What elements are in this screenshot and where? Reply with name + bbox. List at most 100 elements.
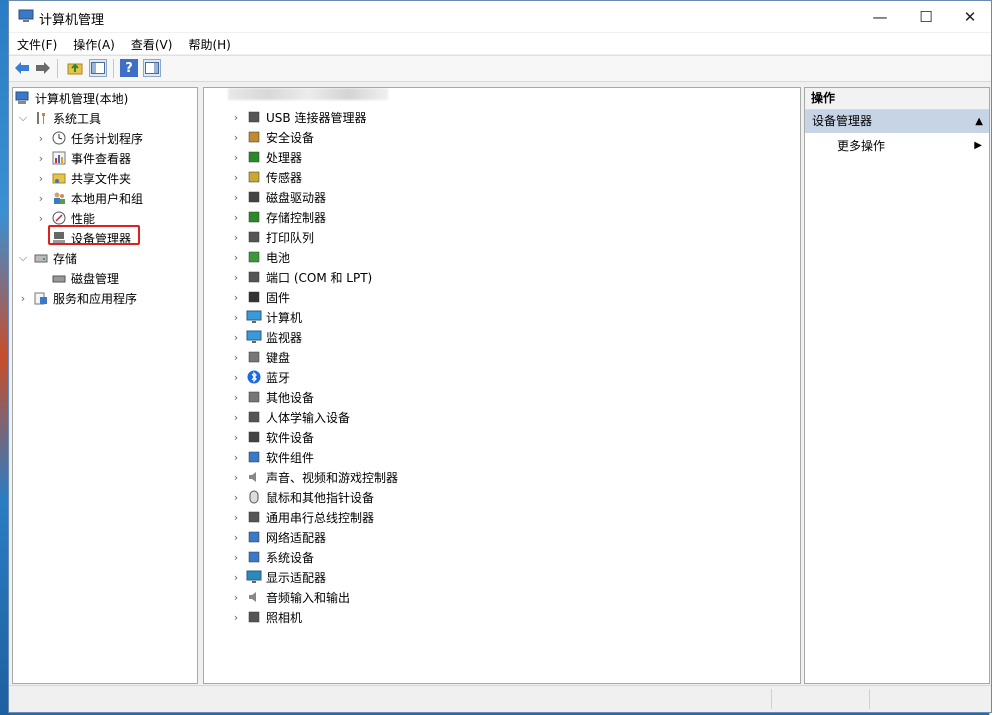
chevron-down-icon[interactable]: ⌵ — [17, 251, 29, 264]
tree-item-shared-folders[interactable]: › 共享文件夹 — [35, 168, 131, 188]
device-category-row[interactable]: › 传感器 — [230, 167, 302, 187]
chevron-right-icon[interactable]: › — [35, 152, 47, 165]
device-category-row[interactable]: › 照相机 — [230, 607, 302, 627]
menu-help[interactable]: 帮助(H) — [180, 33, 238, 54]
chevron-right-icon[interactable]: › — [35, 212, 47, 225]
chevron-right-icon[interactable]: › — [230, 331, 242, 344]
tree-item-root[interactable]: 计算机管理(本地) — [15, 88, 128, 108]
maximize-button[interactable]: ☐ — [903, 1, 949, 32]
device-category-row[interactable]: › 其他设备 — [230, 387, 314, 407]
menu-file[interactable]: 文件(F) — [9, 33, 65, 54]
device-category-row[interactable]: › 磁盘驱动器 — [230, 187, 326, 207]
device-category-row[interactable]: › 蓝牙 — [230, 367, 290, 387]
chevron-right-icon[interactable]: › — [230, 231, 242, 244]
tree-item-disk-management[interactable]: 磁盘管理 — [51, 268, 119, 288]
device-category-row[interactable]: › 通用串行总线控制器 — [230, 507, 374, 527]
device-category-row[interactable]: › 计算机 — [230, 307, 302, 327]
chevron-right-icon[interactable]: › — [230, 451, 242, 464]
device-category-row[interactable]: › 显示适配器 — [230, 567, 326, 587]
chevron-right-icon[interactable]: › — [230, 151, 242, 164]
device-category-row[interactable]: › 存储控制器 — [230, 207, 326, 227]
device-category-row[interactable]: › 监视器 — [230, 327, 302, 347]
chevron-right-icon[interactable]: › — [230, 291, 242, 304]
device-category-row[interactable]: › 软件设备 — [230, 427, 314, 447]
close-button[interactable]: ✕ — [947, 1, 991, 32]
collapse-up-icon[interactable]: ▲ — [975, 110, 983, 133]
tree-item-system-tools[interactable]: ⌵ 系统工具 — [17, 108, 101, 128]
help-icon[interactable]: ? — [120, 59, 138, 77]
chevron-right-icon[interactable]: › — [17, 292, 29, 305]
battery-icon — [246, 249, 262, 265]
minimize-button[interactable]: — — [857, 1, 903, 32]
chevron-right-icon[interactable]: › — [230, 531, 242, 544]
device-category-row[interactable]: › 安全设备 — [230, 127, 314, 147]
device-category-label: 磁盘驱动器 — [266, 190, 327, 205]
chevron-right-icon[interactable]: › — [230, 311, 242, 324]
show-hide-action-pane-icon[interactable] — [143, 59, 161, 77]
chevron-right-icon[interactable]: › — [230, 511, 242, 524]
tree-item-event-viewer[interactable]: › 事件查看器 — [35, 148, 131, 168]
up-folder-icon[interactable] — [66, 59, 84, 77]
device-category-row[interactable]: › 网络适配器 — [230, 527, 326, 547]
device-category-row[interactable]: › 固件 — [230, 287, 290, 307]
tree-item-task-scheduler[interactable]: › 任务计划程序 — [35, 128, 143, 148]
device-category-row[interactable]: › 鼠标和其他指针设备 — [230, 487, 374, 507]
chevron-right-icon[interactable]: › — [230, 191, 242, 204]
device-category-row[interactable]: › USB 连接器管理器 — [230, 107, 367, 127]
device-category-row[interactable]: › 音频输入和输出 — [230, 587, 350, 607]
disk-management-icon — [51, 270, 67, 286]
actions-group-device-manager[interactable]: 设备管理器 ▲ — [805, 110, 989, 133]
chevron-right-icon[interactable]: › — [230, 351, 242, 364]
device-category-row[interactable]: › 键盘 — [230, 347, 290, 367]
device-category-row[interactable]: › 人体学输入设备 — [230, 407, 350, 427]
computer-management-window: 计算机管理 — ☐ ✕ 文件(F) 操作(A) 查看(V) 帮助(H) ? 计算… — [8, 0, 992, 713]
device-category-label: 通用串行总线控制器 — [266, 510, 375, 525]
tree-item-local-users[interactable]: › 本地用户和组 — [35, 188, 143, 208]
chevron-right-icon[interactable]: › — [35, 172, 47, 185]
chevron-right-icon[interactable]: › — [230, 431, 242, 444]
menu-action[interactable]: 操作(A) — [65, 33, 123, 54]
device-category-row[interactable]: › 打印队列 — [230, 227, 314, 247]
chevron-right-icon[interactable]: › — [230, 591, 242, 604]
tree-item-label: 任务计划程序 — [71, 131, 144, 146]
more-actions-item[interactable]: 更多操作 — [837, 138, 885, 154]
chevron-right-icon[interactable]: › — [230, 111, 242, 124]
users-icon — [51, 190, 67, 206]
device-category-row[interactable]: › 声音、视频和游戏控制器 — [230, 467, 398, 487]
forward-arrow-icon[interactable] — [34, 59, 52, 77]
tree-item-label: 系统工具 — [53, 111, 102, 126]
selection-highlight — [48, 225, 140, 245]
chevron-right-icon[interactable]: › — [230, 411, 242, 424]
device-category-row[interactable]: › 端口 (COM 和 LPT) — [230, 267, 372, 287]
chevron-right-icon[interactable]: › — [230, 571, 242, 584]
chevron-right-icon[interactable]: › — [230, 611, 242, 624]
back-arrow-icon[interactable] — [13, 59, 31, 77]
chevron-right-icon[interactable]: › — [230, 271, 242, 284]
device-category-row[interactable]: › 软件组件 — [230, 447, 314, 467]
device-category-row[interactable]: › 电池 — [230, 247, 290, 267]
tree-item-storage[interactable]: ⌵ 存储 — [17, 248, 77, 268]
security-device-icon — [246, 129, 262, 145]
actions-pane: 操作 设备管理器 ▲ 更多操作 ▶ — [804, 87, 990, 684]
chevron-right-icon[interactable]: › — [230, 131, 242, 144]
chevron-right-icon[interactable]: › — [230, 551, 242, 564]
chevron-right-icon[interactable]: › — [230, 171, 242, 184]
device-category-label: 固件 — [266, 290, 291, 305]
chevron-right-icon[interactable]: › — [35, 192, 47, 205]
storage-icon — [33, 250, 49, 266]
device-category-label: 软件设备 — [266, 430, 315, 445]
chevron-right-icon[interactable]: › — [230, 371, 242, 384]
tree-item-services-apps[interactable]: › 服务和应用程序 — [17, 288, 137, 308]
device-category-label: 打印队列 — [266, 230, 315, 245]
device-category-row[interactable]: › 处理器 — [230, 147, 302, 167]
chevron-right-icon[interactable]: › — [35, 132, 47, 145]
menu-view[interactable]: 查看(V) — [123, 33, 181, 54]
chevron-right-icon[interactable]: › — [230, 471, 242, 484]
chevron-down-icon[interactable]: ⌵ — [17, 111, 29, 124]
show-hide-console-tree-icon[interactable] — [89, 59, 107, 77]
chevron-right-icon[interactable]: › — [230, 251, 242, 264]
chevron-right-icon[interactable]: › — [230, 211, 242, 224]
device-category-row[interactable]: › 系统设备 — [230, 547, 314, 567]
chevron-right-icon[interactable]: › — [230, 391, 242, 404]
chevron-right-icon[interactable]: › — [230, 491, 242, 504]
